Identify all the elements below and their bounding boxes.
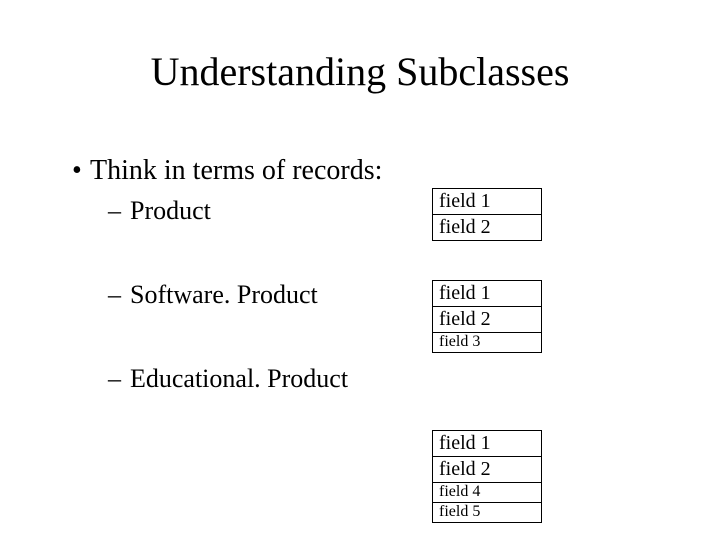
main-bullet: •Think in terms of records: bbox=[72, 155, 382, 187]
record-cell: field 1 bbox=[432, 430, 542, 457]
record-cell: field 2 bbox=[432, 307, 542, 333]
dash-glyph: – bbox=[108, 364, 130, 394]
sub-bullet-software-text: Software. Product bbox=[130, 280, 318, 309]
record-cell: field 4 bbox=[432, 483, 542, 503]
record-product: field 1 field 2 bbox=[432, 188, 542, 241]
sub-bullet-educational-text: Educational. Product bbox=[130, 364, 348, 393]
record-cell: field 5 bbox=[432, 503, 542, 523]
record-cell: field 1 bbox=[432, 188, 542, 215]
sub-bullet-product: –Product bbox=[108, 196, 211, 226]
record-software: field 1 field 2 field 3 bbox=[432, 280, 542, 353]
record-cell: field 3 bbox=[432, 333, 542, 353]
record-cell: field 2 bbox=[432, 215, 542, 241]
slide-title: Understanding Subclasses bbox=[0, 48, 720, 95]
sub-bullet-product-text: Product bbox=[130, 196, 211, 225]
bullet-glyph: • bbox=[72, 155, 90, 187]
record-cell: field 2 bbox=[432, 457, 542, 483]
record-educational: field 1 field 2 field 4 field 5 bbox=[432, 430, 542, 523]
record-cell: field 1 bbox=[432, 280, 542, 307]
dash-glyph: – bbox=[108, 280, 130, 310]
sub-bullet-educational: –Educational. Product bbox=[108, 364, 348, 394]
sub-bullet-software: –Software. Product bbox=[108, 280, 318, 310]
slide: Understanding Subclasses •Think in terms… bbox=[0, 0, 720, 540]
main-bullet-text: Think in terms of records: bbox=[90, 155, 382, 186]
dash-glyph: – bbox=[108, 196, 130, 226]
